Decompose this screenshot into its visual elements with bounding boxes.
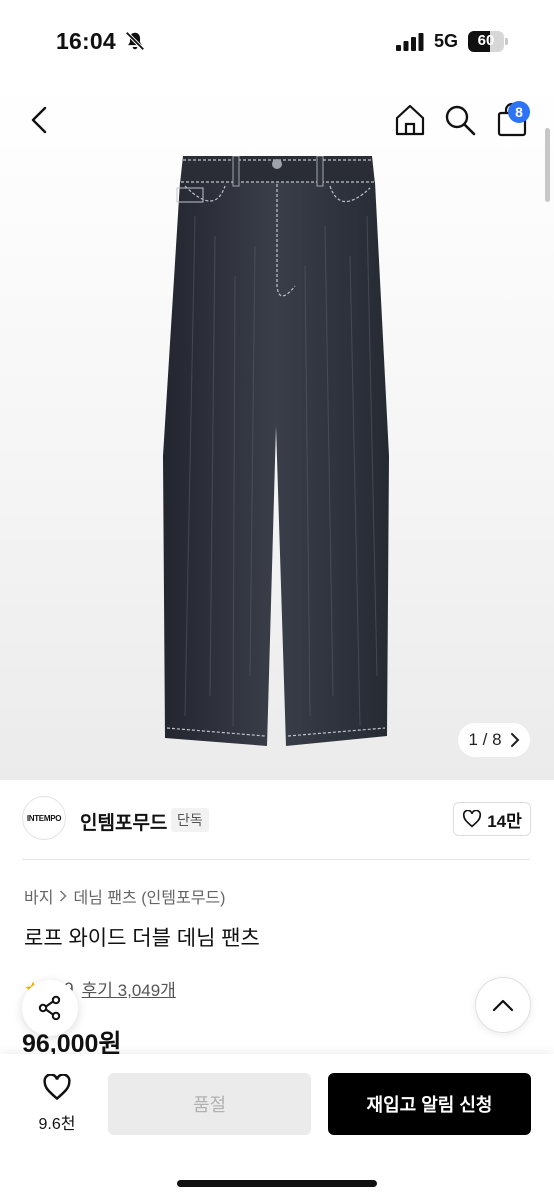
scrollbar[interactable] xyxy=(545,128,550,202)
brand-like-count: 14만 xyxy=(487,811,522,831)
home-indicator[interactable] xyxy=(177,1180,377,1187)
share-icon xyxy=(38,995,61,1021)
wishlist-button[interactable]: 9.6천 xyxy=(22,1074,92,1136)
product-image-jeans xyxy=(163,156,389,746)
bell-off-icon xyxy=(125,31,145,51)
brand-logo[interactable]: INTEMPO xyxy=(22,796,66,840)
search-icon[interactable] xyxy=(442,102,478,138)
wishlist-count: 9.6천 xyxy=(38,1116,76,1133)
chevron-up-icon xyxy=(492,999,514,1012)
bottom-action-bar: 9.6천 품절 재입고 알림 신청 xyxy=(0,1054,554,1200)
network-label: 5G xyxy=(434,31,459,51)
breadcrumb: 바지 데님 팬츠 (인템포무드) xyxy=(24,884,225,908)
back-arrow-icon[interactable] xyxy=(22,102,58,138)
image-pager[interactable]: 1 / 8 xyxy=(458,723,530,757)
restock-alert-button[interactable]: 재입고 알림 신청 xyxy=(328,1073,531,1135)
divider xyxy=(22,859,530,860)
battery-level: 60 xyxy=(477,32,495,49)
home-icon[interactable] xyxy=(392,102,428,138)
cart-count-badge: 8 xyxy=(508,101,530,123)
brand-row: INTEMPO 인템포무드 단독 14만 xyxy=(0,780,554,860)
scroll-to-top-button[interactable] xyxy=(475,977,531,1033)
battery-icon: 60 xyxy=(468,31,508,52)
breadcrumb-subcategory[interactable]: 데님 팬츠 (인템포무드) xyxy=(73,884,225,908)
brand-name[interactable]: 인템포무드 xyxy=(80,808,167,835)
product-image-gallery[interactable] xyxy=(0,84,554,780)
product-title: 로프 와이드 더블 데님 팬츠 xyxy=(24,927,260,950)
breadcrumb-category[interactable]: 바지 xyxy=(24,884,53,908)
brand-like-button[interactable]: 14만 xyxy=(453,802,531,836)
heart-icon xyxy=(43,1074,71,1101)
brand-logo-text: INTEMPO xyxy=(26,813,62,823)
status-time: 16:04 xyxy=(56,28,116,54)
signal-icon xyxy=(396,33,424,51)
chevron-right-icon xyxy=(60,890,68,902)
page-indicator: 1 / 8 xyxy=(468,730,502,749)
review-count-link[interactable]: 후기 3,049개 xyxy=(82,976,176,1001)
exclusive-tag: 단독 xyxy=(171,808,209,832)
status-bar: 16:04 5G 60 xyxy=(0,0,554,84)
chevron-right-icon xyxy=(510,733,519,747)
sold-out-button[interactable]: 품절 xyxy=(108,1073,311,1135)
heart-icon xyxy=(463,810,482,828)
